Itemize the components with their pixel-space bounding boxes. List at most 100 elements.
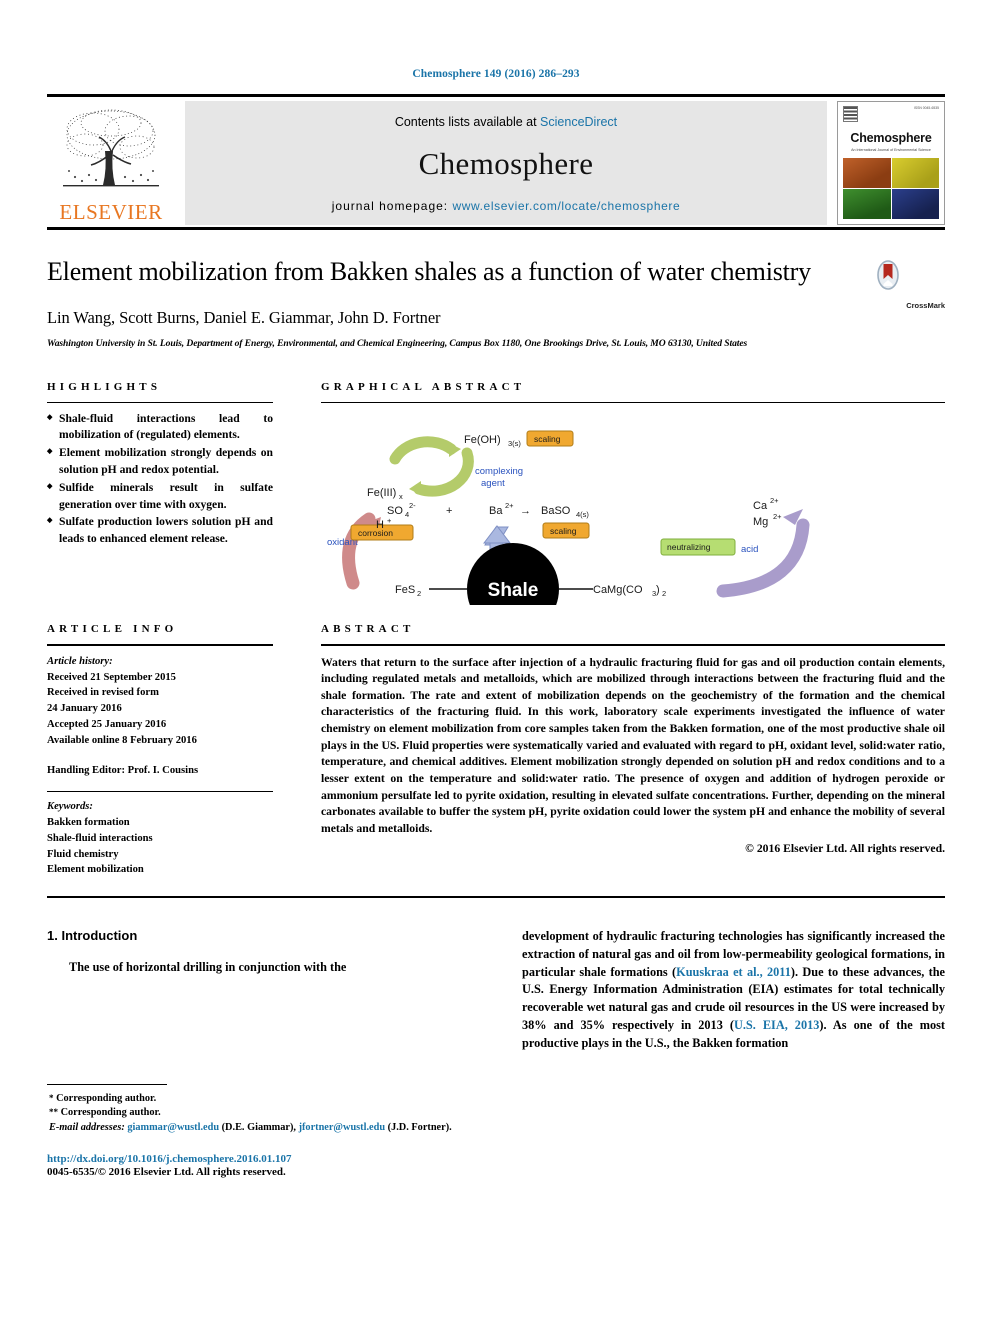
fe-iii-label: Fe(III)	[367, 487, 396, 499]
citation-link-kuuskraa[interactable]: Kuuskraa et al., 2011	[676, 965, 791, 979]
doi-link[interactable]: http://dx.doi.org/10.1016/j.chemosphere.…	[47, 1153, 470, 1165]
masthead-top-rule	[47, 94, 945, 97]
history-line: Received 21 September 2015	[47, 671, 176, 683]
citation-link-eia[interactable]: U.S. EIA, 2013	[734, 1018, 819, 1032]
running-head: Chemosphere 149 (2016) 286–293	[412, 68, 580, 80]
paper-page: Chemosphere 149 (2016) 286–293 ELSEVIER …	[0, 0, 992, 1323]
introduction-paragraph-left: The use of horizontal drilling in conjun…	[69, 960, 347, 975]
body-column-right: development of hydraulic fracturing tech…	[496, 928, 945, 1178]
contents-available-line: Contents lists available at ScienceDirec…	[395, 115, 617, 129]
barium-ion-label: Ba	[489, 505, 503, 517]
journal-masthead: ELSEVIER Contents lists available at Sci…	[47, 101, 945, 225]
history-line: Received in revised form	[47, 687, 159, 699]
cover-issn: ISSN 0045-6535	[913, 106, 939, 110]
barium-sulfate-subscript: 4(s)	[576, 510, 589, 519]
cover-elsevier-icon	[843, 106, 858, 122]
list-item: Sulfide minerals result in sulfate gener…	[47, 480, 273, 514]
journal-cover-thumbnail: ISSN 0045-6535 Chemosphere An Internatio…	[837, 101, 945, 225]
page-title: Element mobilization from Bakken shales …	[47, 257, 811, 286]
cover-title: Chemosphere	[850, 131, 932, 145]
scaling-tag-mid: scaling	[542, 522, 590, 539]
keywords-block: Keywords: Bakken formation Shale-fluid i…	[47, 799, 273, 878]
calcium-charge: 2+	[770, 496, 779, 505]
keywords-label: Keywords:	[47, 800, 93, 812]
journal-title: Chemosphere	[418, 146, 594, 181]
iron-cycle-arrows	[389, 435, 474, 497]
article-history-label: Article history:	[47, 655, 113, 667]
fe-hydroxide-label: Fe(OH)	[464, 434, 501, 446]
email-link-giammar[interactable]: giammar@wustl.edu	[127, 1122, 219, 1133]
scaling-tag-top-label: scaling	[534, 434, 561, 444]
graphical-abstract-rule	[321, 401, 945, 403]
magnesium-label: Mg	[753, 516, 768, 528]
highlights-heading: HIGHLIGHTS	[47, 380, 162, 393]
graphical-abstract-figure: .lbl{font-family:"Liberation Sans",sans-…	[321, 413, 945, 605]
keywords-rule	[47, 790, 273, 792]
keyword-item: Bakken formation	[47, 816, 130, 828]
scaling-tag-mid-label: scaling	[550, 526, 577, 536]
cover-image-tile	[891, 158, 939, 188]
highlights-graphical-row: HIGHLIGHTS Shale-fluid interactions lead…	[47, 381, 945, 605]
keyword-item: Element mobilization	[47, 864, 144, 876]
history-line: Available online 8 February 2016	[47, 735, 197, 747]
article-history: Article history: Received 21 September 2…	[47, 654, 273, 749]
abstract-copyright: © 2016 Elsevier Ltd. All rights reserved…	[745, 842, 945, 856]
body-column-left: 1. Introduction The use of horizontal dr…	[47, 928, 496, 1178]
footnote-emails: E-mail addresses: giammar@wustl.edu (D.E…	[47, 1121, 470, 1136]
proton-charge: +	[387, 516, 392, 525]
footnote-asterisk-icon: *	[49, 1092, 54, 1103]
crossmark-label: CrossMark	[906, 300, 945, 310]
title-text-group: Element mobilization from Bakken shales …	[47, 256, 869, 351]
article-info-rule	[47, 643, 273, 646]
highlights-rule	[47, 401, 273, 403]
homepage-prefix: journal homepage:	[331, 199, 453, 213]
pyrite-label: FeS	[395, 584, 415, 596]
fe-hydroxide-subscript: 3(s)	[508, 439, 521, 448]
handling-editor: Handling Editor: Prof. I. Cousins	[47, 764, 199, 776]
article-history-block: Article history: Received 21 September 2…	[47, 654, 273, 879]
pyrite-subscript: 2	[417, 589, 421, 598]
barium-sulfate-label: BaSO	[541, 505, 571, 517]
highlights-column: HIGHLIGHTS Shale-fluid interactions lead…	[47, 381, 297, 605]
email-label: E-mail addresses:	[49, 1122, 125, 1134]
abstract-bottom-rule	[47, 896, 945, 899]
sciencedirect-link[interactable]: ScienceDirect	[540, 115, 617, 129]
cover-subtitle: An International Journal of Environmenta…	[851, 148, 931, 152]
magnesium-charge: 2+	[773, 512, 782, 521]
issn-copyright-line: 0045-6535/© 2016 Elsevier Ltd. All right…	[47, 1166, 286, 1179]
shale-core-label: Shale	[488, 580, 539, 601]
author-names: Lin Wang, Scott Burns, Daniel E. Giammar…	[47, 307, 441, 327]
footnotes-block: * Corresponding author. ** Corresponding…	[47, 1083, 496, 1179]
cover-image-grid	[843, 158, 939, 219]
proton-label: H	[376, 519, 384, 531]
sulfate-subscript: 4	[405, 510, 409, 519]
journal-homepage-line: journal homepage: www.elsevier.com/locat…	[332, 199, 681, 213]
masthead-bottom-rule	[47, 227, 945, 230]
contents-prefix: Contents lists available at	[394, 115, 541, 129]
footnote-corresponding-2: ** Corresponding author.	[47, 1106, 470, 1121]
history-line: Accepted 25 January 2016	[47, 719, 167, 731]
author-list: Lin Wang, Scott Burns, Daniel E. Giammar…	[47, 308, 855, 328]
article-title-block: Element mobilization from Bakken shales …	[47, 256, 945, 351]
calcium-label: Ca	[753, 500, 768, 512]
body-content: 1. Introduction The use of horizontal dr…	[47, 928, 945, 1178]
crossmark-icon	[877, 260, 900, 290]
graphical-abstract-column: GRAPHICAL ABSTRACT .lbl{font-family:"Lib…	[297, 381, 945, 605]
author-affiliation: Washington University in St. Louis, Depa…	[47, 337, 748, 349]
reaction-arrow: →	[520, 505, 531, 517]
highlights-list: Shale-fluid interactions lead to mobiliz…	[47, 411, 273, 548]
article-info-heading: ARTICLE INFO	[47, 622, 178, 635]
dolomite-close: )	[656, 584, 660, 596]
crossmark-badge[interactable]: CrossMark	[869, 256, 945, 351]
abstract-text: Waters that return to the surface after …	[321, 655, 945, 835]
email-link-fortner[interactable]: jfortner@wustl.edu	[299, 1122, 386, 1133]
email-owner-giammar: (D.E. Giammar),	[221, 1122, 296, 1134]
journal-homepage-link[interactable]: www.elsevier.com/locate/chemosphere	[452, 199, 680, 213]
elsevier-logo: ELSEVIER	[47, 101, 175, 225]
introduction-paragraph-right: development of hydraulic fracturing tech…	[522, 928, 945, 1052]
scaling-tag-top: scaling	[526, 430, 574, 447]
footnote-corresponding-1: * Corresponding author.	[47, 1092, 470, 1107]
fe-iii-subscript: x	[399, 492, 403, 501]
cover-header: ISSN 0045-6535	[843, 106, 939, 122]
neutralizing-tag: neutralizing	[660, 538, 736, 556]
